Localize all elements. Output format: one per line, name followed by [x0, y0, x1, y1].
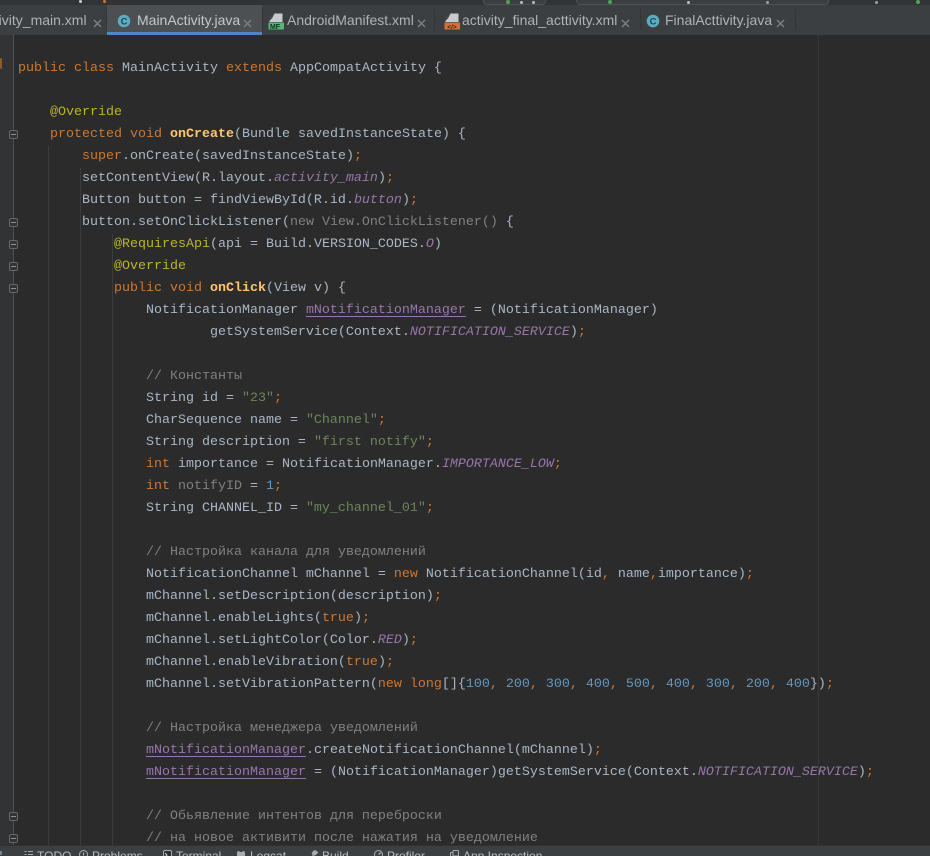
svg-text:</>: </>: [447, 24, 457, 30]
svg-text:MF: MF: [270, 24, 281, 30]
svg-text:C: C: [121, 17, 128, 28]
svg-text:C: C: [650, 17, 657, 28]
